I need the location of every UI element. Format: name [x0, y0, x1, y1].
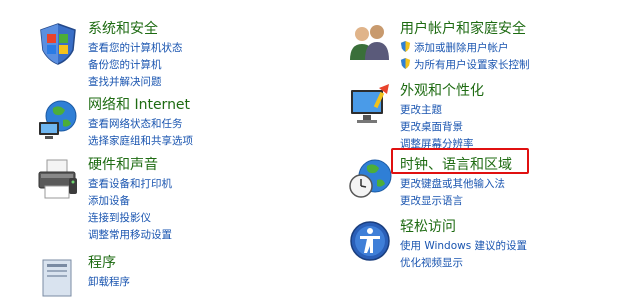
link-change-theme[interactable]: 更改主题	[400, 102, 474, 119]
ease-of-access-icon[interactable]	[347, 218, 393, 264]
link-label: 添加或删除用户帐户	[414, 42, 509, 54]
category-title[interactable]: 系统和安全	[88, 20, 158, 38]
link-label: 为所有用户设置家长控制	[414, 59, 530, 71]
link-uninstall-program[interactable]: 卸载程序	[88, 274, 130, 291]
link-view-computer-status[interactable]: 查看您的计算机状态	[88, 40, 183, 57]
programs-icon[interactable]	[35, 254, 81, 300]
printer-icon[interactable]	[35, 156, 81, 202]
category-title[interactable]: 用户帐户和家庭安全	[400, 20, 526, 38]
link-optimize-video-display[interactable]: 优化视频显示	[400, 255, 527, 272]
shield-flag-icon[interactable]	[35, 20, 81, 66]
link-change-keyboard-input[interactable]: 更改键盘或其他输入法	[400, 176, 505, 193]
network-globe-icon[interactable]	[35, 96, 81, 142]
link-windows-recommended-settings[interactable]: 使用 Windows 建议的设置	[400, 238, 527, 255]
users-icon[interactable]	[347, 20, 393, 66]
link-add-device[interactable]: 添加设备	[88, 193, 172, 210]
clock-globe-icon[interactable]	[347, 156, 393, 202]
link-view-devices-printers[interactable]: 查看设备和打印机	[88, 176, 172, 193]
highlight-box	[391, 148, 529, 174]
link-mobility-settings[interactable]: 调整常用移动设置	[88, 227, 172, 244]
category-title[interactable]: 硬件和声音	[88, 156, 158, 174]
link-connect-projector[interactable]: 连接到投影仪	[88, 210, 172, 227]
display-paint-icon[interactable]	[347, 82, 393, 128]
link-change-display-language[interactable]: 更改显示语言	[400, 193, 505, 210]
uac-shield-icon	[400, 58, 411, 69]
category-title[interactable]: 轻松访问	[400, 218, 456, 236]
category-title[interactable]: 外观和个性化	[400, 82, 484, 100]
link-add-remove-accounts[interactable]: 添加或删除用户帐户	[400, 40, 530, 57]
link-parental-controls[interactable]: 为所有用户设置家长控制	[400, 57, 530, 74]
category-title[interactable]: 网络和 Internet	[88, 96, 190, 114]
uac-shield-icon	[400, 41, 411, 52]
link-homegroup-sharing[interactable]: 选择家庭组和共享选项	[88, 133, 193, 150]
link-view-network-status[interactable]: 查看网络状态和任务	[88, 116, 193, 133]
link-find-fix-problems[interactable]: 查找并解决问题	[88, 74, 183, 91]
link-backup-computer[interactable]: 备份您的计算机	[88, 57, 183, 74]
category-title[interactable]: 程序	[88, 254, 116, 272]
link-change-desktop-background[interactable]: 更改桌面背景	[400, 119, 474, 136]
